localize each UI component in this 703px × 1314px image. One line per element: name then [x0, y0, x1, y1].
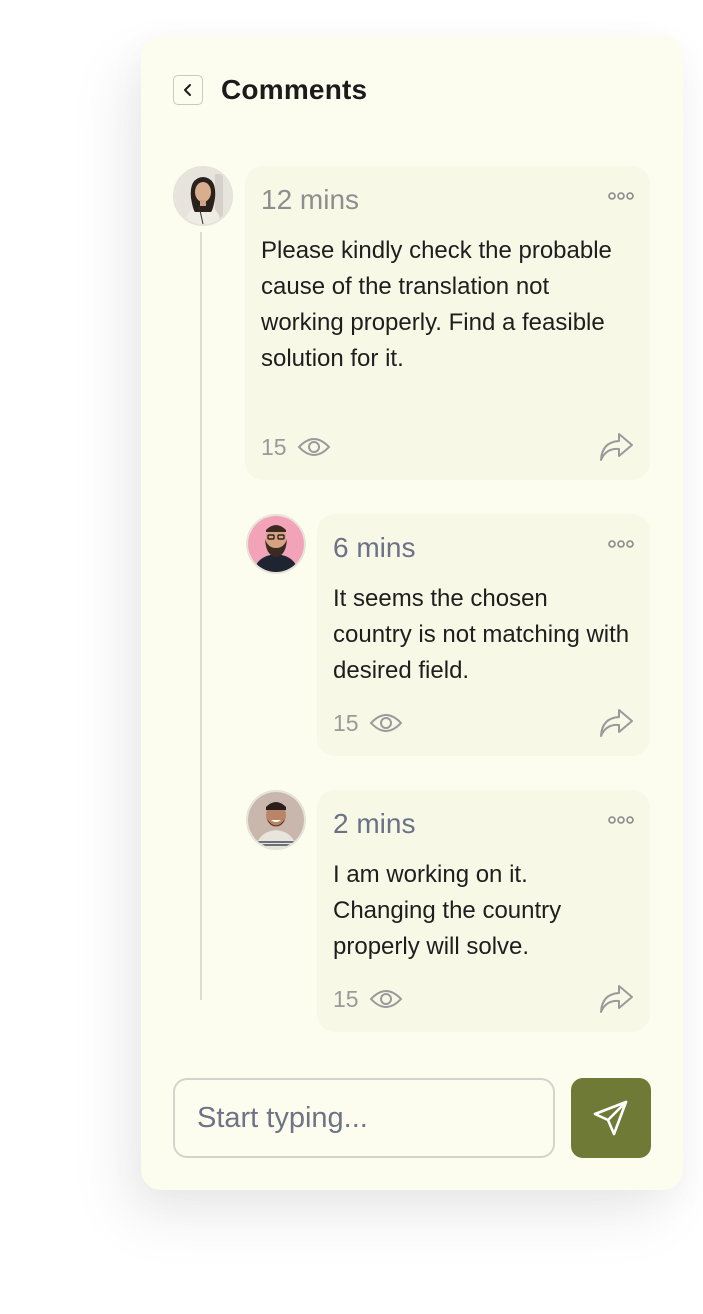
eye-icon [297, 438, 330, 456]
comment-text: I am working on it. Changing the country… [333, 861, 562, 960]
share-icon[interactable] [598, 983, 634, 1015]
comment-text: Please kindly check the probable cause o… [261, 237, 612, 372]
smiling-man-avatar-image [248, 792, 304, 848]
send-button[interactable] [571, 1078, 651, 1158]
views-count: 15 [333, 709, 359, 736]
comments-panel: Comments 12 mins Please kindly check the… [141, 36, 683, 1190]
bearded-man-avatar-image [248, 516, 304, 572]
back-button[interactable] [173, 75, 203, 105]
thread-line [200, 232, 202, 1000]
comment-text: It seems the chosen country is not match… [333, 585, 630, 684]
reply-card: 2 mins I am working on it. Changing the … [317, 790, 650, 1032]
comments-header: Comments [173, 74, 367, 106]
comment-time: 12 mins [261, 184, 360, 215]
share-icon[interactable] [598, 431, 634, 463]
views-count: 15 [333, 985, 359, 1012]
avatar-woman[interactable] [173, 166, 233, 226]
chevron-left-icon [184, 84, 191, 96]
reply-card: 6 mins It seems the chosen country is no… [317, 514, 650, 756]
woman-avatar-image [175, 168, 231, 224]
more-options-icon[interactable] [608, 814, 634, 826]
paper-plane-icon [593, 1100, 628, 1136]
eye-icon [369, 714, 402, 732]
comment-footer: 15 [333, 982, 634, 1016]
eye-icon [369, 990, 402, 1008]
comment-footer: 15 [261, 430, 634, 464]
page-title: Comments [221, 74, 368, 105]
comment-time: 6 mins [333, 532, 416, 563]
views-count: 15 [261, 433, 287, 460]
share-icon[interactable] [598, 707, 634, 739]
comment-card: 12 mins Please kindly check the probable… [245, 166, 650, 480]
avatar-bearded-man[interactable] [246, 514, 306, 574]
comment-footer: 15 [333, 706, 634, 740]
more-options-icon[interactable] [608, 538, 634, 550]
avatar-smiling-man[interactable] [246, 790, 306, 850]
comment-input[interactable] [173, 1078, 555, 1158]
comment-time: 2 mins [333, 808, 416, 839]
more-options-icon[interactable] [608, 190, 634, 202]
